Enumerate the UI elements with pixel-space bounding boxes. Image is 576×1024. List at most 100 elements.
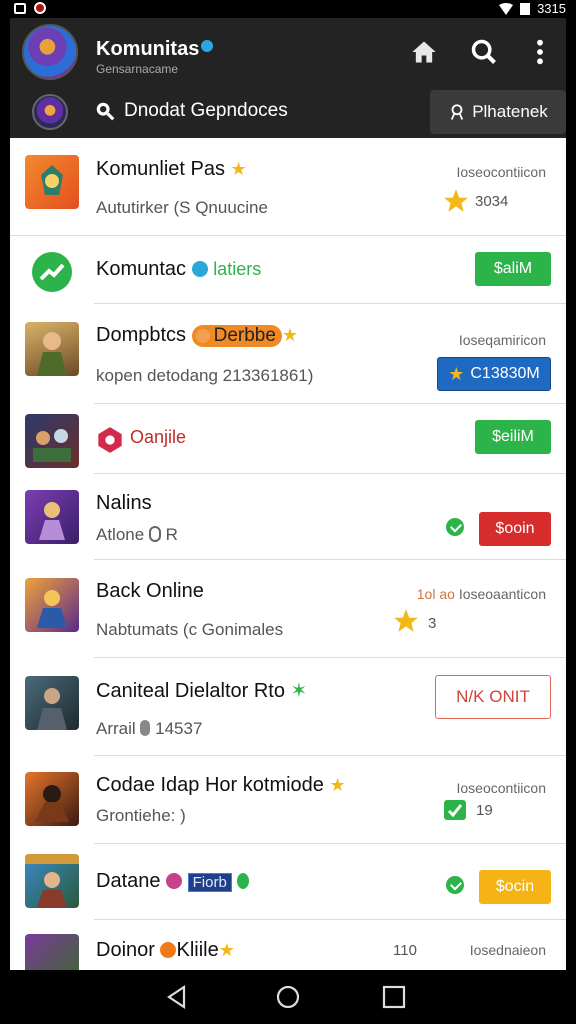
user-avatar[interactable]	[32, 94, 68, 130]
item-name: Komunliet Pas ★	[96, 158, 247, 180]
join-button[interactable]: $eiliM	[475, 420, 551, 454]
tag-label: Fiorb	[187, 873, 232, 892]
trend-icon	[32, 252, 72, 292]
page-title: Komunitas	[96, 38, 214, 61]
hex-icon	[96, 426, 124, 459]
list-item[interactable]: Doinor Kliile★ 110 Iosednaieon	[10, 920, 566, 970]
info-dot-icon	[191, 261, 208, 277]
search-button[interactable]	[468, 36, 500, 68]
item-time: Ioseocontiicon	[456, 164, 546, 180]
home-button[interactable]	[408, 36, 440, 68]
list-item[interactable]: Oanjile $eiliM	[10, 404, 566, 474]
tag-pill: Derbbe	[191, 325, 282, 347]
home-icon	[412, 41, 436, 63]
leaf-icon	[237, 873, 250, 889]
app-notification-icon	[34, 2, 46, 14]
item-subtitle: kopen detodang 213361861)	[96, 366, 314, 385]
item-time: Ioseocontiicon	[456, 780, 546, 796]
star-icon: ★	[218, 940, 235, 960]
list-item[interactable]: Datane Fiorb $ocin	[10, 844, 566, 920]
check-badge-icon	[446, 876, 464, 894]
header-toolbar: Dnodat Gepndoces Plhatenek	[10, 90, 566, 138]
community-thumbnail	[25, 155, 79, 209]
star-icon: ★	[230, 159, 247, 179]
join-button[interactable]: $ocin	[479, 870, 551, 904]
item-time: 1ol ao Ioseoaanticon	[416, 586, 546, 602]
join-button[interactable]: $ooin	[479, 512, 551, 546]
wifi-icon	[499, 2, 514, 15]
community-list: Komunliet Pas ★ Aututirker (S Qnuucine I…	[10, 138, 566, 970]
recents-icon[interactable]	[381, 984, 407, 1010]
spark-icon: ✶	[290, 680, 308, 702]
check-icon	[444, 800, 466, 820]
community-thumbnail	[25, 490, 79, 544]
item-name: Datane Fiorb	[96, 870, 250, 893]
search-small-icon	[96, 102, 115, 121]
community-thumbnail	[25, 414, 79, 468]
item-subtitle: Aututirker (S Qnuucine	[96, 198, 268, 217]
search-filter[interactable]: Dnodat Gepndoces	[94, 100, 288, 122]
item-time: Ioseqamiricon	[458, 332, 546, 348]
drop-icon	[140, 720, 151, 736]
item-name: Codae Idap Hor kotmiode ★	[96, 774, 346, 796]
search-label: Dnodat Gepndoces	[124, 100, 288, 121]
back-icon[interactable]	[164, 984, 190, 1010]
star-icon: ★	[281, 325, 299, 345]
item-name: Nalins	[96, 492, 152, 514]
home-circle-icon[interactable]	[275, 984, 301, 1010]
item-name: Dompbtcs Derbbe ★	[96, 324, 299, 347]
list-item[interactable]: Nalins Atlone R $ooin	[10, 474, 566, 560]
fire-icon	[160, 942, 177, 958]
item-subtitle: Arrail 14537	[96, 719, 203, 738]
lock-icon	[451, 104, 464, 120]
page-subtitle: Gensarnacame	[96, 62, 179, 76]
community-avatar[interactable]	[22, 24, 78, 80]
more-vert-icon	[537, 39, 543, 65]
item-subtitle: Grontiehe: )	[96, 806, 186, 825]
item-name: Caniteal Dielaltor Rto ✶	[96, 680, 308, 702]
community-thumbnail	[25, 854, 79, 908]
battery-icon	[520, 3, 531, 15]
app-header: Komunitas Gensarnacame Dnodat Gepndoces …	[10, 18, 566, 138]
star-icon: ★	[448, 363, 465, 384]
status-time: 3315	[537, 1, 566, 16]
item-count: 19	[476, 802, 493, 819]
list-item[interactable]: Caniteal Dielaltor Rto ✶ Arrail 14537 N/…	[10, 658, 566, 756]
item-name: Doinor Kliile★	[96, 939, 235, 961]
community-thumbnail	[25, 322, 79, 376]
list-item[interactable]: Komuntac latiers $aliM	[10, 236, 566, 304]
list-item[interactable]: Komunliet Pas ★ Aututirker (S Qnuucine I…	[10, 138, 566, 236]
search-icon	[471, 39, 496, 64]
item-subtitle: Atlone R	[96, 525, 178, 544]
verified-icon	[201, 40, 214, 52]
item-count: 110	[393, 942, 417, 959]
list-item[interactable]: Codae Idap Hor kotmiode ★ Grontiehe: ) I…	[10, 756, 566, 844]
item-count: 3034	[475, 193, 509, 210]
item-name: Oanjile	[130, 427, 187, 447]
list-item[interactable]: Back Online Nabtumats (c Gonimales 1ol a…	[10, 560, 566, 658]
drop-icon	[148, 526, 161, 542]
app-screen: 3315 Komunitas Gensarnacame Dnodat Gepnd…	[0, 0, 576, 1024]
item-time: Iosednaieon	[469, 942, 546, 958]
star-icon: ★	[329, 775, 346, 795]
category-button[interactable]: Plhatenek	[430, 90, 566, 134]
item-count: 3	[428, 615, 437, 632]
check-badge-icon	[446, 518, 464, 536]
system-nav-bar	[0, 970, 576, 1024]
community-thumbnail	[25, 934, 79, 970]
item-name: Back Online	[96, 580, 204, 602]
item-subtitle: Nabtumats (c Gonimales	[96, 620, 284, 639]
community-thumbnail	[25, 772, 79, 826]
item-name: Komuntac latiers	[96, 258, 262, 280]
notify-button[interactable]: N/K ONIT	[435, 675, 551, 719]
status-bar: 3315	[0, 0, 576, 18]
reward-button[interactable]: ★ C13830M	[437, 357, 551, 391]
more-menu-button[interactable]	[524, 36, 556, 68]
star-icon	[444, 189, 468, 212]
notification-icon	[14, 2, 26, 14]
join-button[interactable]: $aliM	[475, 252, 551, 286]
heart-badge-icon	[166, 873, 183, 889]
list-item[interactable]: Dompbtcs Derbbe ★ kopen detodang 21336186…	[10, 304, 566, 404]
star-icon	[394, 609, 418, 632]
community-thumbnail	[25, 676, 79, 730]
